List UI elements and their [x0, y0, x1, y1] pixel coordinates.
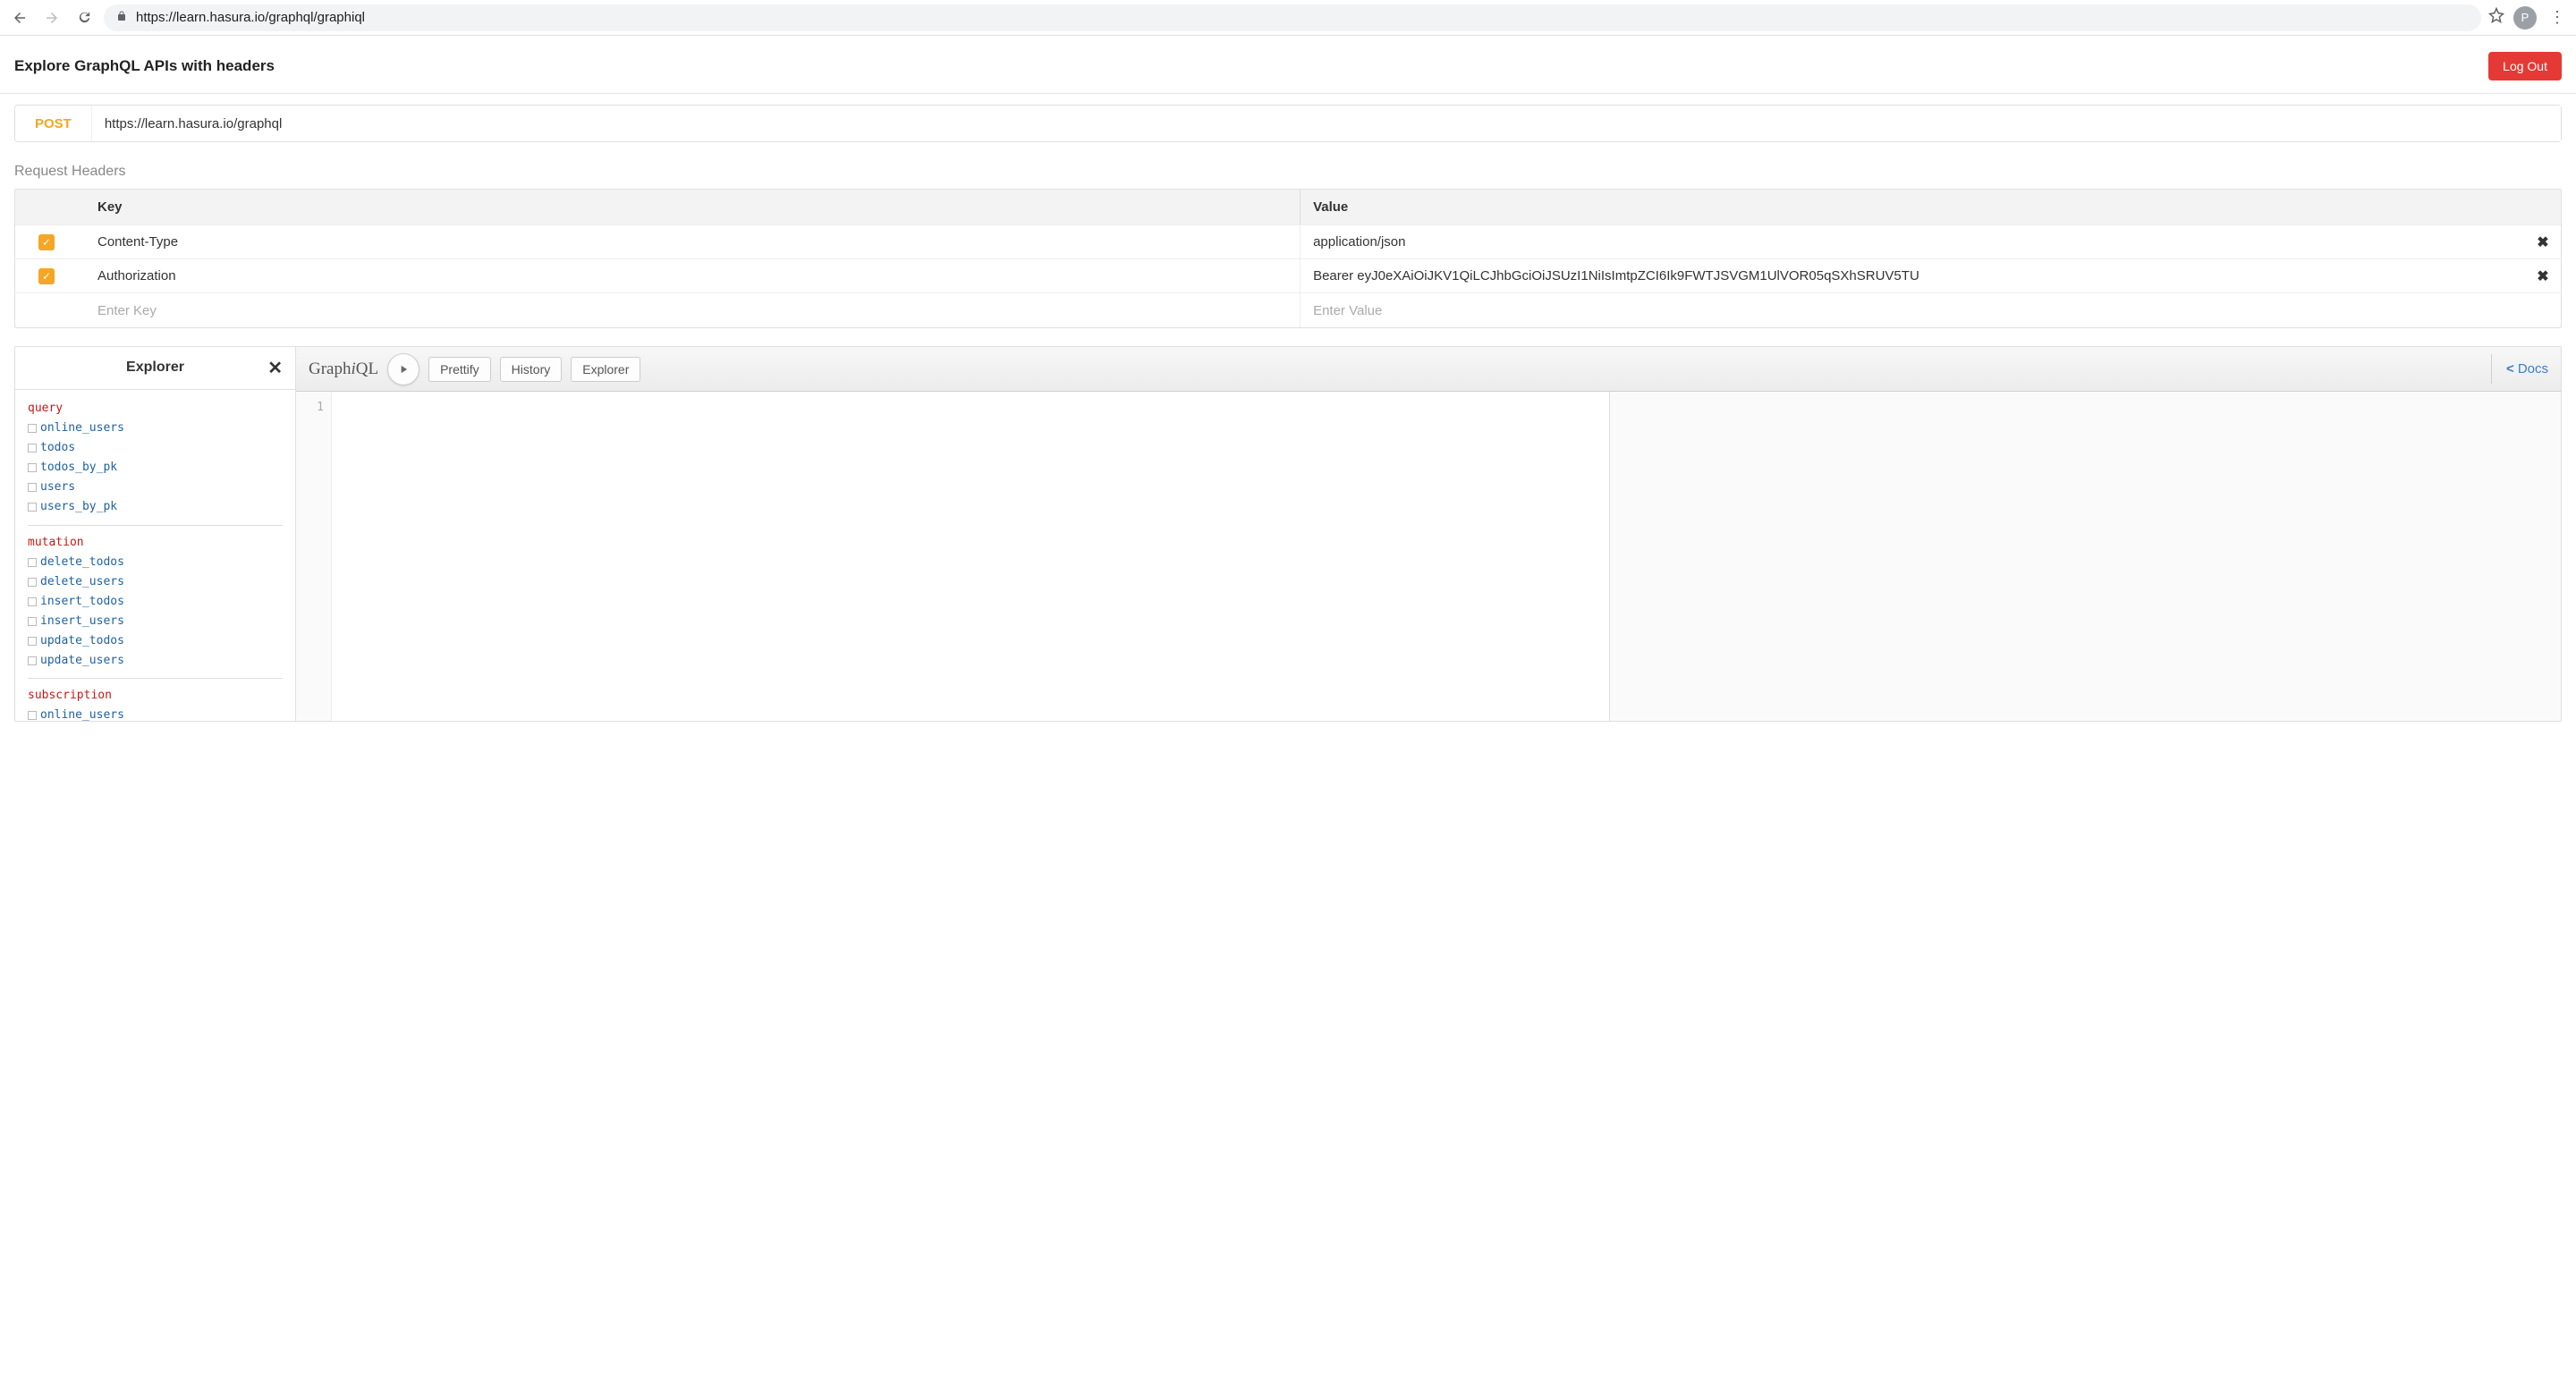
checkbox-icon[interactable]	[28, 463, 37, 472]
schema-list: queryonline_userstodostodos_by_pkusersus…	[15, 390, 295, 721]
execute-button[interactable]	[387, 353, 419, 385]
checkbox-icon[interactable]	[28, 637, 37, 646]
checkbox-icon[interactable]	[28, 444, 37, 453]
logout-button[interactable]: Log Out	[2488, 52, 2562, 80]
schema-group-query: query	[28, 399, 283, 419]
header-row-new: Enter Key Enter Value	[15, 293, 2561, 327]
checkbox-icon[interactable]	[28, 656, 37, 665]
schema-field-insert_users[interactable]: insert_users	[28, 612, 283, 631]
checkbox-icon[interactable]	[28, 578, 37, 587]
graphiql-logo: GraphiQL	[309, 360, 378, 379]
page-header: Explore GraphQL APIs with headers Log Ou…	[0, 36, 2576, 94]
checkbox-icon[interactable]	[28, 617, 37, 626]
header-value[interactable]: Bearer eyJ0eXAiOiJKV1QiLCJhbGciOiJSUzI1N…	[1313, 268, 2525, 283]
checkbox-icon[interactable]	[28, 711, 37, 720]
checkbox-icon[interactable]	[28, 597, 37, 606]
prettify-button[interactable]: Prettify	[428, 357, 491, 382]
headers-table: Key Value ✓ Content-Type application/jso…	[14, 189, 2562, 328]
lock-icon	[116, 11, 127, 24]
schema-field-online_users[interactable]: online_users	[28, 706, 283, 721]
avatar[interactable]: P	[2513, 6, 2537, 30]
page-title: Explore GraphQL APIs with headers	[14, 57, 275, 75]
star-icon[interactable]	[2488, 7, 2504, 28]
menu-icon[interactable]: ⋮	[2546, 8, 2569, 27]
delete-header-button[interactable]: ✖	[2525, 233, 2561, 251]
header-value[interactable]: application/json	[1313, 234, 2525, 250]
schema-field-online_users[interactable]: online_users	[28, 419, 283, 438]
checkbox-icon[interactable]	[28, 503, 37, 512]
header-key[interactable]: Authorization	[78, 268, 1300, 283]
schema-field-delete_todos[interactable]: delete_todos	[28, 553, 283, 572]
line-gutter: 1	[296, 392, 332, 721]
schema-field-delete_users[interactable]: delete_users	[28, 572, 283, 592]
checkbox-icon[interactable]	[28, 483, 37, 492]
schema-field-update_users[interactable]: update_users	[28, 651, 283, 671]
schema-group-subscription: subscription	[28, 686, 283, 706]
history-button[interactable]: History	[500, 357, 563, 382]
schema-field-users[interactable]: users	[28, 478, 283, 497]
http-method-label: POST	[15, 106, 92, 141]
graphiql-toolbar: GraphiQL Prettify History Explorer < Doc…	[296, 347, 2561, 392]
header-enabled-checkbox[interactable]: ✓	[38, 268, 55, 284]
editor-area: 1	[296, 392, 2561, 721]
result-pane	[1610, 392, 2561, 721]
chevron-left-icon: <	[2506, 361, 2514, 376]
explorer-panel: Explorer ✕ queryonline_userstodostodos_b…	[15, 347, 296, 721]
graphiql-main: GraphiQL Prettify History Explorer < Doc…	[296, 347, 2561, 721]
delete-header-button[interactable]: ✖	[2525, 267, 2561, 285]
docs-button[interactable]: < Docs	[2491, 354, 2548, 384]
endpoint-row: POST	[14, 105, 2562, 142]
column-value: Value	[1300, 190, 2525, 224]
endpoint-url-input[interactable]	[92, 106, 2561, 141]
url-bar[interactable]: https://learn.hasura.io/graphql/graphiql	[104, 4, 2481, 31]
column-key: Key	[78, 199, 1300, 215]
new-header-value-input[interactable]: Enter Value	[1300, 293, 2525, 327]
checkbox-icon[interactable]	[28, 424, 37, 433]
new-header-key-input[interactable]: Enter Key	[78, 303, 1300, 318]
explorer-toggle-button[interactable]: Explorer	[571, 357, 640, 382]
url-text: https://learn.hasura.io/graphql/graphiql	[136, 10, 365, 25]
header-row: ✓ Content-Type application/json ✖	[15, 225, 2561, 259]
checkbox-icon[interactable]	[28, 558, 37, 567]
schema-field-todos[interactable]: todos	[28, 438, 283, 458]
back-button[interactable]	[7, 5, 32, 30]
reload-button[interactable]	[72, 5, 97, 30]
close-icon[interactable]: ✕	[267, 357, 283, 379]
query-editor[interactable]: 1	[296, 392, 1610, 721]
explorer-title: Explorer	[126, 360, 184, 376]
header-enabled-checkbox[interactable]: ✓	[38, 234, 55, 250]
schema-field-update_todos[interactable]: update_todos	[28, 631, 283, 651]
header-row: ✓ Authorization Bearer eyJ0eXAiOiJKV1QiL…	[15, 259, 2561, 293]
forward-button[interactable]	[39, 5, 64, 30]
headers-table-head: Key Value	[15, 190, 2561, 225]
schema-group-mutation: mutation	[28, 533, 283, 553]
schema-field-todos_by_pk[interactable]: todos_by_pk	[28, 458, 283, 478]
header-key[interactable]: Content-Type	[78, 234, 1300, 250]
schema-field-insert_todos[interactable]: insert_todos	[28, 592, 283, 612]
request-headers-label: Request Headers	[0, 149, 2576, 189]
browser-chrome: https://learn.hasura.io/graphql/graphiql…	[0, 0, 2576, 36]
explorer-header: Explorer ✕	[15, 347, 295, 390]
schema-field-users_by_pk[interactable]: users_by_pk	[28, 497, 283, 517]
graphiql: Explorer ✕ queryonline_userstodostodos_b…	[14, 346, 2562, 722]
